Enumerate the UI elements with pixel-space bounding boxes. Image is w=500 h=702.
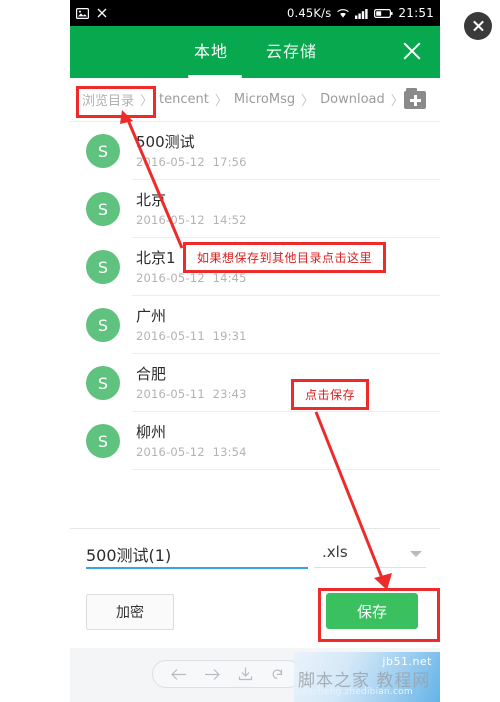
download-icon[interactable]: [238, 667, 253, 681]
watermark: 脚本之家 教程网 jb51.net jiaocheng.zhedibian.co…: [294, 652, 440, 702]
avatar: S: [86, 308, 120, 342]
file-date: 2016-05-12 13:54: [136, 444, 247, 459]
filename-input[interactable]: [86, 541, 308, 569]
save-button[interactable]: 保存: [326, 593, 418, 629]
list-item[interactable]: S 北京 2016-05-12 14:52: [70, 180, 440, 238]
encrypt-button[interactable]: 加密: [86, 594, 174, 630]
app-header: 本地 云存储: [70, 26, 440, 78]
screenshot-root: 0.45K/s 21:51 本地 云存储 浏览目录 〉 tencent 〉 Mi…: [0, 0, 500, 702]
filename-bar: .xls: [70, 528, 440, 583]
avatar: S: [86, 134, 120, 168]
file-name: 柳州: [136, 422, 167, 441]
close-icon: [472, 20, 485, 33]
list-item[interactable]: S 广州 2016-05-11 19:31: [70, 296, 440, 354]
file-date: 2016-05-12 14:52: [136, 212, 247, 227]
file-name: 500测试: [136, 132, 195, 151]
file-name: 广州: [136, 306, 167, 325]
breadcrumb-separator: 〉: [140, 94, 154, 109]
status-bar: 0.45K/s 21:51: [70, 0, 440, 26]
avatar: S: [86, 424, 120, 458]
refresh-icon[interactable]: [270, 667, 285, 681]
close-icon: [97, 8, 107, 18]
overlay-close-button[interactable]: [464, 12, 492, 40]
annotation-note-directory: 如果想保存到其他目录点击这里: [183, 242, 386, 273]
tab-cloud[interactable]: 云存储: [266, 38, 317, 62]
avatar: S: [86, 366, 120, 400]
chevron-down-icon: [410, 551, 422, 557]
list-item-meta: 柳州 2016-05-12 13:54: [136, 423, 247, 460]
file-list[interactable]: S 500测试 2016-05-12 17:56 S 北京 2016-05-12…: [70, 122, 440, 528]
close-icon[interactable]: [400, 39, 424, 63]
forward-arrow-icon[interactable]: [204, 668, 221, 681]
annotation-note-save: 点击保存: [291, 379, 369, 410]
status-bar-right: 0.45K/s 21:51: [287, 6, 434, 20]
system-nav-area: 脚本之家 教程网 jb51.net jiaocheng.zhedibian.co…: [70, 648, 440, 702]
tab-local[interactable]: 本地: [194, 38, 228, 62]
extension-value: .xls: [322, 543, 348, 561]
file-date: 2016-05-12 17:56: [136, 154, 247, 169]
list-item-meta: 广州 2016-05-11 19:31: [136, 307, 247, 344]
watermark-site-name: 脚本之家 教程网: [298, 671, 431, 691]
action-bar: 加密 保存: [70, 582, 440, 648]
list-item[interactable]: S 合肥 2016-05-11 23:43: [70, 354, 440, 412]
tab-bar: 本地 云存储: [70, 26, 440, 78]
watermark-background: [294, 652, 440, 702]
breadcrumb-separator: 〉: [214, 94, 228, 109]
file-name: 合肥: [136, 364, 167, 383]
breadcrumb-item-micromsg[interactable]: MicroMsg: [234, 92, 295, 107]
avatar: S: [86, 250, 120, 284]
breadcrumb-item-tencent[interactable]: tencent: [159, 92, 209, 107]
folder-plus-icon[interactable]: [404, 88, 428, 110]
list-item[interactable]: S 500测试 2016-05-12 17:56: [70, 122, 440, 180]
watermark-domain: jb51.net: [382, 655, 432, 668]
watermark-url: jiaocheng.zhedibian.com: [296, 687, 413, 697]
breadcrumb-separator: 〉: [390, 94, 404, 109]
browser-nav-pill: [152, 660, 302, 688]
signal-icon: [355, 8, 369, 19]
extension-select[interactable]: .xls: [314, 541, 426, 568]
battery-icon: [374, 8, 394, 19]
list-item[interactable]: S 柳州 2016-05-12 13:54: [70, 412, 440, 470]
breadcrumb-item-root[interactable]: 浏览目录: [82, 90, 134, 109]
back-arrow-icon[interactable]: [170, 668, 187, 681]
wifi-icon: [336, 8, 350, 19]
breadcrumb: 浏览目录 〉 tencent 〉 MicroMsg 〉 Download 〉: [70, 78, 440, 122]
file-date: 2016-05-11 19:31: [136, 328, 247, 343]
image-icon: [76, 7, 89, 19]
status-bar-clock: 21:51: [398, 6, 434, 20]
avatar: S: [86, 192, 120, 226]
phone-viewport: 0.45K/s 21:51 本地 云存储 浏览目录 〉 tencent 〉 Mi…: [70, 0, 440, 702]
breadcrumb-separator: 〉: [301, 94, 315, 109]
status-bar-left-icons: [76, 7, 107, 19]
list-item-meta: 北京 2016-05-12 14:52: [136, 191, 247, 228]
breadcrumb-item-download[interactable]: Download: [320, 92, 385, 107]
list-item-meta: 合肥 2016-05-11 23:43: [136, 365, 247, 402]
file-name: 北京: [136, 190, 167, 209]
file-date: 2016-05-11 23:43: [136, 386, 247, 401]
network-speed: 0.45K/s: [286, 6, 332, 20]
list-item-meta: 500测试 2016-05-12 17:56: [136, 133, 247, 170]
